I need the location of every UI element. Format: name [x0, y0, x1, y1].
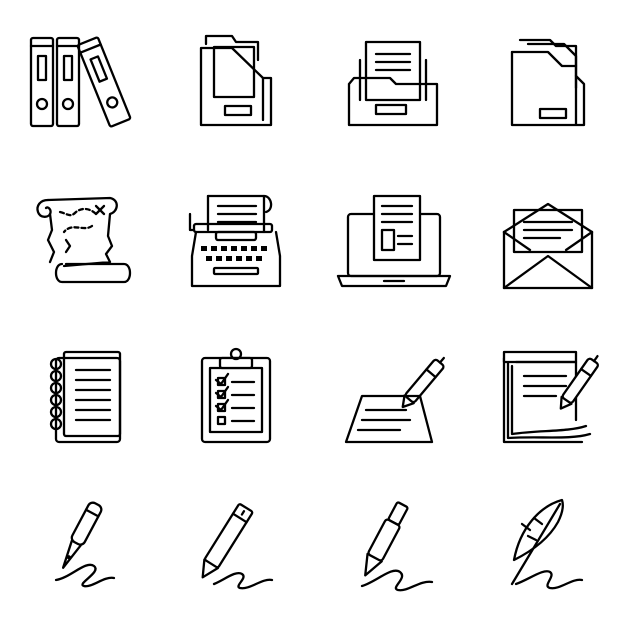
signing-paper-pen-icon — [344, 356, 446, 444]
pencil-signature-icon — [201, 503, 274, 590]
notepad-pen-icon — [502, 350, 599, 444]
spiral-notebook-icon — [49, 350, 122, 444]
treasure-map-scroll-icon — [36, 196, 132, 284]
icon-grid — [29, 34, 599, 592]
fountain-pen-signature-icon — [54, 501, 116, 588]
envelope-letter-icon — [502, 202, 594, 290]
clipboard-checklist-icon — [200, 347, 272, 444]
typewriter-icon — [188, 194, 282, 288]
laptop-document-icon — [336, 194, 452, 288]
open-folder-documents-icon — [347, 40, 439, 127]
magazine-file-holder-icon — [199, 34, 273, 127]
icon-set — [0, 0, 626, 626]
document-folder-icon — [510, 38, 586, 127]
quill-signature-icon — [510, 498, 584, 590]
binders-icon — [29, 36, 132, 128]
ballpoint-pen-signature-icon — [360, 501, 434, 592]
